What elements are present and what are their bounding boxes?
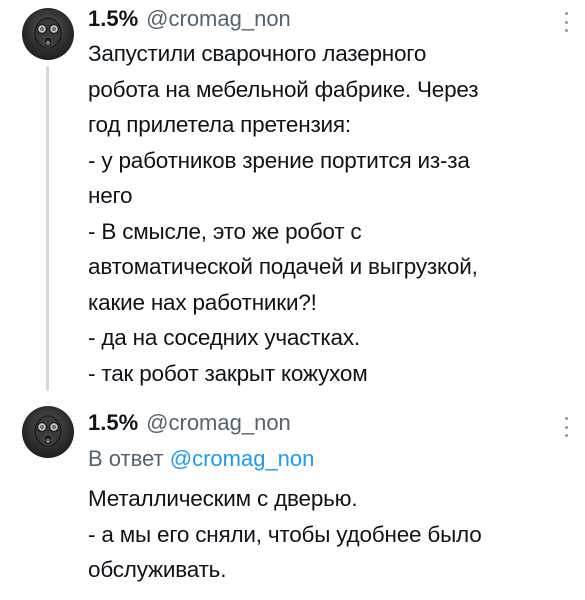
tweet-text-line: - В смысле, это же робот с <box>88 218 362 244</box>
avatar[interactable] <box>22 8 74 60</box>
tweet-text-line: автоматической подачей и выгрузкой, <box>88 254 478 279</box>
tweet-text-line: - да на соседних участках. <box>88 325 360 350</box>
display-name[interactable]: 1.5% <box>88 410 138 436</box>
tweet-text-line: него <box>88 183 133 208</box>
avatar[interactable] <box>22 406 74 458</box>
tweet-text-line: - у работников зрение портится из-за <box>88 147 470 173</box>
tweet-text-line: год прилетела претензия: <box>88 112 351 137</box>
tweet-text-line: робота на мебельной фабрике. Через <box>88 76 479 102</box>
tweet-text-line: Металлическим с дверью. <box>88 486 358 511</box>
tweet-header: 1.5% @cromag_non <box>88 6 291 34</box>
reply-to: В ответ @cromag_non <box>88 446 314 472</box>
gas-mask-avatar-icon <box>34 415 62 447</box>
tweet-text: Запустили сварочного лазерного робота на… <box>88 36 568 391</box>
gas-mask-avatar-icon <box>34 17 62 49</box>
thread-line <box>46 66 49 391</box>
tweet-text: Металлическим с дверью. - а мы его сняли… <box>88 481 568 588</box>
handle[interactable]: @cromag_non <box>146 6 291 32</box>
tweet[interactable]: 1.5% @cromag_non Запустили сварочного ла… <box>0 0 585 395</box>
tweet-text-line: - так робот закрыт кожухом <box>88 360 368 386</box>
more-dots-icon[interactable] <box>561 10 571 34</box>
display-name[interactable]: 1.5% <box>88 6 138 32</box>
handle[interactable]: @cromag_non <box>146 410 291 436</box>
reply-prefix: В ответ <box>88 446 170 471</box>
tweet[interactable]: 1.5% @cromag_non В ответ @cromag_non Мет… <box>0 398 585 600</box>
tweet-header: 1.5% @cromag_non <box>88 410 291 438</box>
tweet-text-line: обслуживать. <box>88 557 227 582</box>
tweet-text-line: какие нах работники?! <box>88 289 317 315</box>
reply-handle-link[interactable]: @cromag_non <box>170 446 315 471</box>
tweet-text-line: Запустили сварочного лазерного <box>88 41 427 66</box>
more-dots-icon[interactable] <box>561 415 571 439</box>
tweet-text-line: - а мы его сняли, чтобы удобнее было <box>88 521 482 547</box>
